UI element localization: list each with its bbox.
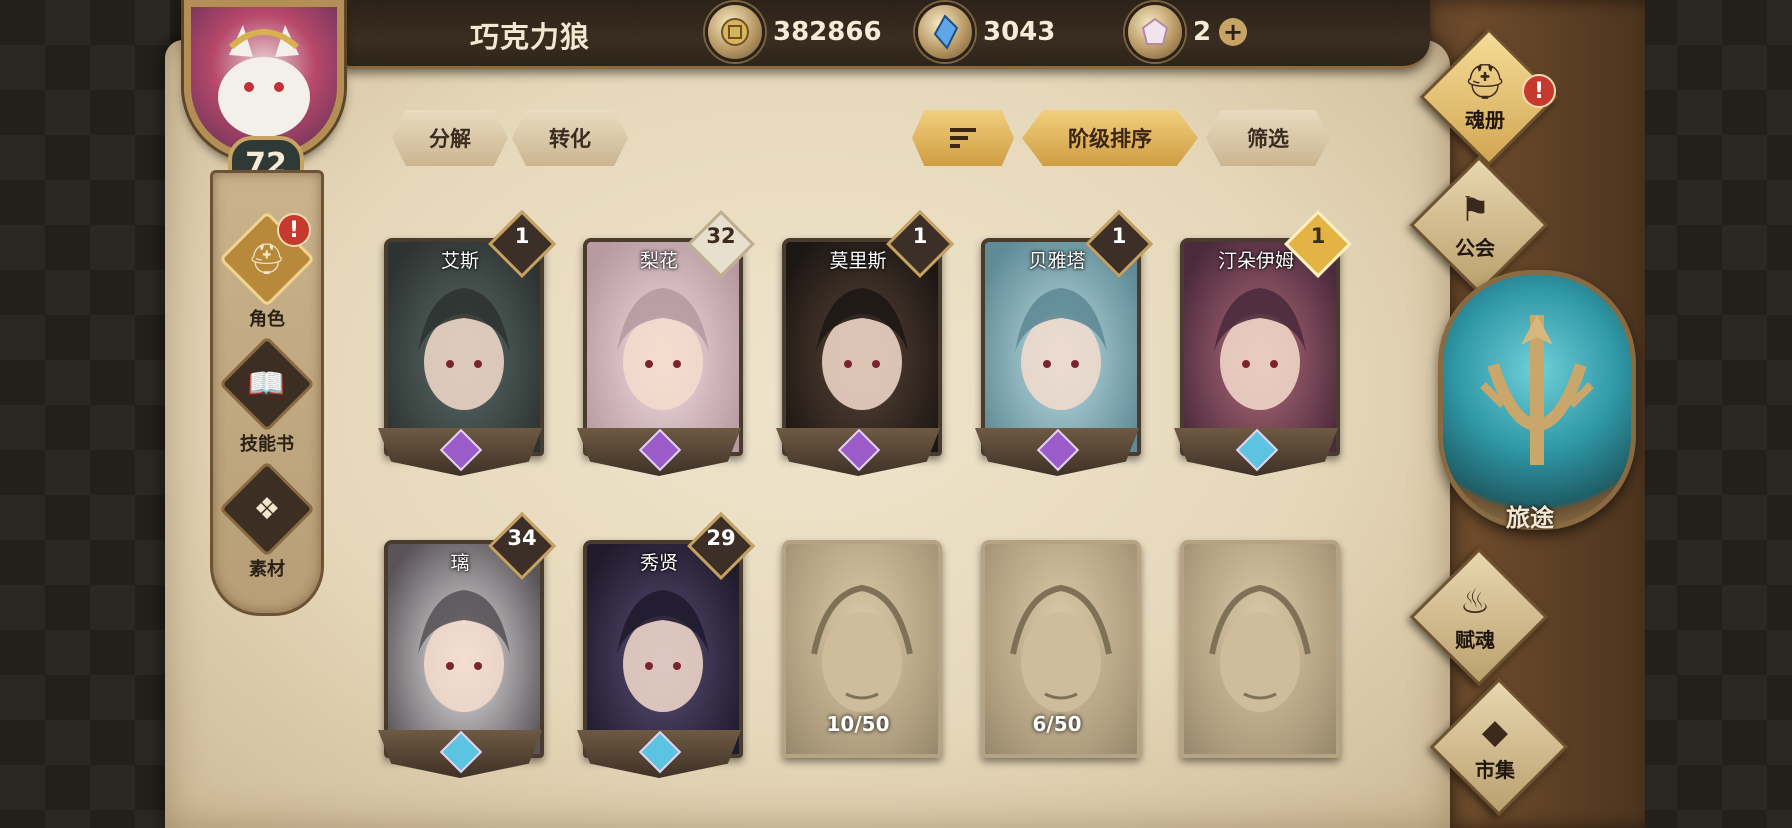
journey-label: 旅途	[1506, 504, 1554, 532]
side-menu-guild[interactable]: ⚑ 公会	[1400, 155, 1550, 295]
right-wall-decoration	[1632, 0, 1792, 828]
character-count: 29	[706, 526, 736, 550]
shard-progress: 10/50	[826, 712, 890, 736]
character-card[interactable]: 贝雅塔 1	[975, 210, 1153, 478]
character-card[interactable]: 梨花 32	[577, 210, 755, 478]
player-avatar-frame[interactable]: 72	[162, 0, 372, 192]
add-gem-button[interactable]: +	[1219, 18, 1248, 46]
character-count: 1	[514, 224, 530, 248]
diamond-icon: ◆	[1481, 712, 1509, 752]
crystal-amount: 3043	[983, 17, 1056, 47]
nav-item-materials[interactable]: ❖ 素材	[213, 460, 321, 583]
character-card[interactable]: 璃 34	[378, 512, 556, 780]
crystal-resource: 3043	[915, 2, 1056, 62]
sort-order-toggle-button[interactable]	[912, 110, 1014, 166]
side-label-market: 市集	[1475, 758, 1515, 782]
locked-character-card[interactable]: 10/50	[776, 540, 942, 780]
guild-banner-icon: ⚑	[1459, 190, 1491, 230]
side-menu-market[interactable]: ◆ 市集	[1420, 677, 1570, 817]
character-count: 1	[1111, 224, 1127, 248]
swirl-icon: ♨	[1459, 582, 1491, 622]
gold-coin-icon	[705, 2, 765, 62]
journey-button[interactable]: 旅途	[1430, 270, 1636, 540]
book-icon: 📖	[218, 335, 316, 433]
side-label-guild: 公会	[1455, 236, 1495, 260]
alert-badge-icon: !	[1522, 74, 1556, 108]
nav-item-characters[interactable]: ⛑ 角色 !	[213, 210, 321, 333]
convert-button[interactable]: 转化	[512, 110, 628, 166]
shard-progress: 6/50	[1032, 712, 1082, 736]
side-menu-soul-infusion[interactable]: ♨ 赋魂	[1400, 547, 1550, 687]
pink-gem-icon	[1125, 2, 1185, 62]
sort-by-rank-button[interactable]: 阶级排序	[1022, 110, 1198, 166]
side-menu-soul-book[interactable]: ⛑ 魂册 !	[1410, 27, 1560, 167]
gem-amount: 2	[1193, 17, 1212, 47]
gold-amount: 382866	[773, 17, 882, 47]
alert-badge-icon: !	[277, 213, 311, 247]
gold-resource: 382866	[705, 2, 882, 62]
character-card[interactable]: 汀朵伊姆 1	[1174, 210, 1352, 478]
left-category-nav: ⛑ 角色 ! 📖 技能书 ❖ 素材	[210, 170, 324, 616]
character-card[interactable]: 艾斯 1	[378, 210, 556, 478]
character-count: 34	[507, 526, 537, 550]
nav-label-materials: 素材	[249, 559, 285, 580]
player-name: 巧克力狼	[470, 20, 591, 54]
character-portrait	[1180, 540, 1340, 758]
filter-button[interactable]: 筛选	[1206, 110, 1330, 166]
character-count: 1	[1310, 224, 1326, 248]
left-wall-decoration	[0, 0, 170, 828]
character-count: 32	[706, 224, 736, 248]
side-label-soul-infusion: 赋魂	[1455, 628, 1495, 652]
trident-emblem-icon	[1438, 270, 1636, 530]
decompose-button[interactable]: 分解	[392, 110, 508, 166]
locked-character-card[interactable]	[1174, 540, 1340, 780]
character-count: 1	[912, 224, 928, 248]
locked-character-card[interactable]: 6/50	[975, 540, 1141, 780]
blue-crystal-icon	[915, 2, 975, 62]
gem-resource: 2 +	[1125, 2, 1248, 62]
side-label-soul-book: 魂册	[1465, 108, 1505, 132]
beast-icon: ❖	[218, 460, 316, 558]
nav-item-skill-books[interactable]: 📖 技能书	[213, 335, 321, 458]
nav-label-characters: 角色	[249, 309, 285, 330]
character-card[interactable]: 莫里斯 1	[776, 210, 954, 478]
nav-label-skill-books: 技能书	[240, 434, 294, 455]
sort-lines-icon	[950, 128, 976, 148]
character-card[interactable]: 秀贤 29	[577, 512, 755, 780]
